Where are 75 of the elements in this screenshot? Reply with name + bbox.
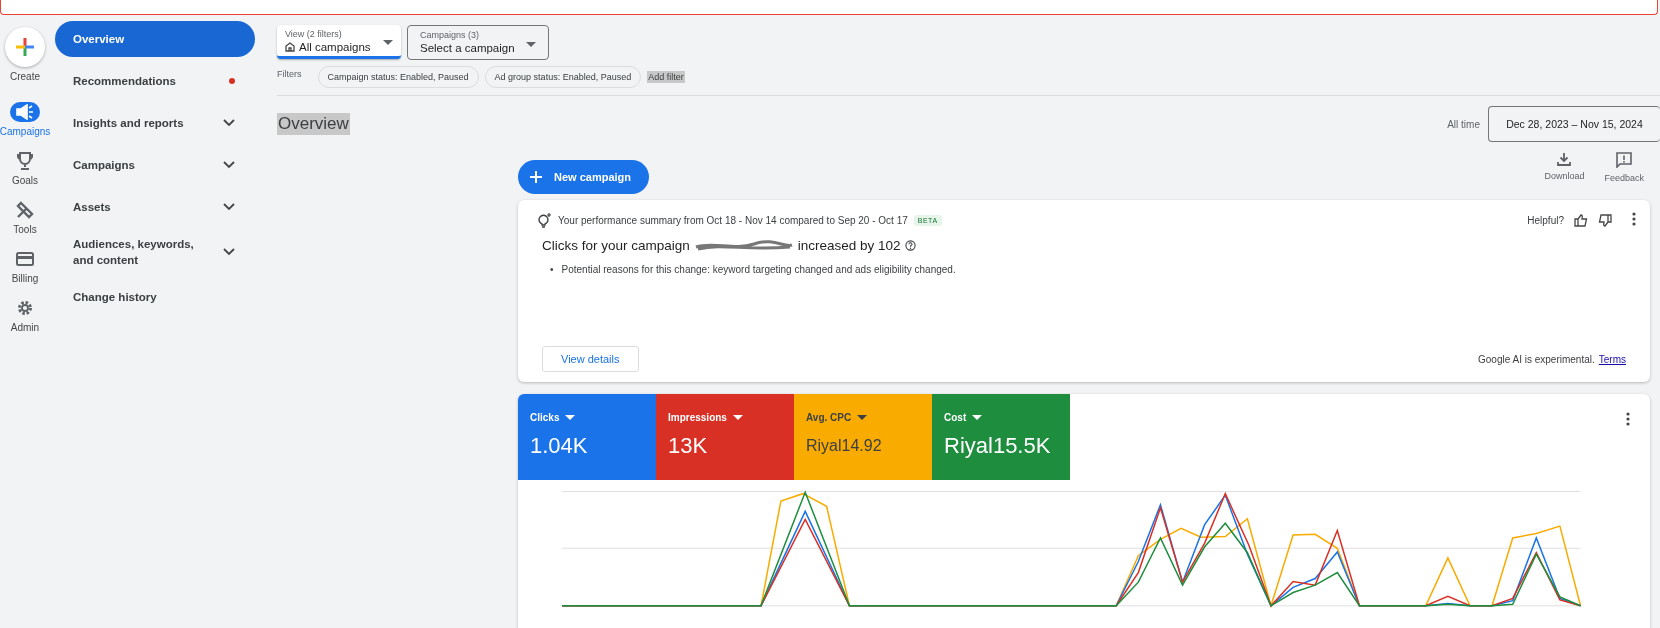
caret-icon bbox=[565, 415, 576, 420]
metric-value: Riyal15.5K bbox=[944, 433, 1052, 459]
rail-label: Admin bbox=[10, 322, 40, 333]
megaphone-icon bbox=[16, 104, 34, 120]
metric-label: Cost bbox=[944, 412, 967, 423]
disclaimer-text: Google AI is experimental. bbox=[1478, 353, 1595, 365]
metric-tile[interactable]: Clicks 1.04K bbox=[518, 394, 656, 480]
nav-item[interactable]: Campaigns bbox=[55, 147, 255, 183]
toolbar-action[interactable]: Feedback bbox=[1604, 152, 1644, 183]
nav-item[interactable]: Recommendations bbox=[55, 63, 255, 99]
plus-icon bbox=[15, 37, 35, 57]
caret-icon bbox=[526, 42, 536, 47]
metric-tile[interactable]: Cost Riyal15.5K bbox=[932, 394, 1070, 480]
feedback-icon bbox=[1616, 152, 1633, 168]
tools-icon bbox=[16, 201, 34, 219]
metric-tile[interactable]: Avg. CPC Riyal14.92 bbox=[794, 394, 932, 480]
reason-text: Potential reasons for this change: keyword targeting changed and ads eligibility changed. bbox=[561, 263, 956, 276]
chevron-down-icon bbox=[223, 119, 235, 127]
view-details-button[interactable]: View details bbox=[542, 346, 639, 372]
chevron-down-icon bbox=[223, 203, 235, 211]
toolbar-action[interactable]: Download bbox=[1544, 152, 1585, 183]
nav-item[interactable]: Overview bbox=[55, 21, 255, 57]
headline-text: increased by 102 bbox=[797, 238, 901, 253]
filters-label: Filters bbox=[277, 68, 302, 79]
trophy-icon bbox=[17, 152, 33, 170]
add-filter-link[interactable]: Add filter bbox=[647, 71, 685, 83]
nav-item[interactable]: Change history bbox=[55, 279, 255, 315]
rail-item[interactable]: Tools bbox=[10, 200, 40, 235]
download-icon bbox=[1557, 152, 1572, 166]
rail-label: Goals bbox=[11, 175, 39, 186]
settings-icon bbox=[16, 299, 34, 317]
nav-item[interactable]: Insights and reports bbox=[55, 105, 255, 141]
metric-value: 13K bbox=[668, 433, 709, 459]
rail-item[interactable]: Admin bbox=[10, 298, 40, 333]
summary-title: Your performance summary from Oct 18 - Nov 14 compared to Sep 20 - Oct 17 bbox=[558, 214, 908, 226]
page-title: Overview bbox=[277, 113, 350, 135]
caret-icon bbox=[732, 415, 743, 420]
more-icon[interactable] bbox=[1632, 212, 1636, 226]
rail-item[interactable]: Campaigns bbox=[0, 102, 51, 137]
rail-item[interactable]: Goals bbox=[10, 151, 40, 186]
lightbulb-icon bbox=[536, 212, 552, 228]
plus-icon bbox=[530, 171, 542, 183]
rail-item[interactable]: Billing bbox=[10, 249, 40, 284]
thumbs-up-icon[interactable] bbox=[1574, 213, 1588, 227]
home-icon bbox=[285, 42, 295, 52]
metric-value: Riyal14.92 bbox=[806, 437, 883, 455]
bullet-mark: • bbox=[550, 263, 554, 276]
headline-text: Clicks for your campaign bbox=[542, 238, 690, 253]
date-range-label: All time bbox=[1447, 118, 1480, 130]
help-icon[interactable] bbox=[904, 240, 916, 251]
nav-item[interactable]: Assets bbox=[55, 189, 255, 225]
metric-label: Clicks bbox=[530, 412, 560, 423]
caret-icon bbox=[383, 40, 393, 45]
metric-value: 1.04K bbox=[530, 433, 589, 459]
new-campaign-button[interactable]: New campaign bbox=[518, 160, 650, 194]
rail-label: Create bbox=[10, 71, 40, 82]
more-icon[interactable] bbox=[1626, 412, 1630, 426]
caret-icon bbox=[972, 415, 983, 420]
terms-link[interactable]: Terms bbox=[1598, 353, 1626, 365]
chevron-down-icon bbox=[223, 248, 235, 256]
rail-label: Tools bbox=[13, 224, 37, 235]
metric-tile[interactable]: Impressions 13K bbox=[656, 394, 794, 480]
notification-dot bbox=[229, 78, 235, 84]
metric-label: Impressions bbox=[668, 412, 727, 423]
thumbs-down-icon[interactable] bbox=[1598, 213, 1612, 227]
helpful-label: Helpful? bbox=[1527, 214, 1564, 226]
caret-icon bbox=[857, 415, 868, 420]
rail-label: Billing bbox=[11, 273, 39, 284]
nav-item[interactable]: Audiences, keywords, and content bbox=[55, 231, 255, 273]
card-icon bbox=[16, 252, 34, 266]
view-selector[interactable]: View (2 filters) All campaigns bbox=[277, 25, 401, 59]
metric-label: Avg. CPC bbox=[806, 412, 852, 423]
chevron-down-icon bbox=[223, 161, 235, 169]
rail-label: Campaigns bbox=[0, 126, 51, 137]
campaign-selector[interactable]: Campaigns (3) Select a campaign bbox=[407, 25, 549, 60]
